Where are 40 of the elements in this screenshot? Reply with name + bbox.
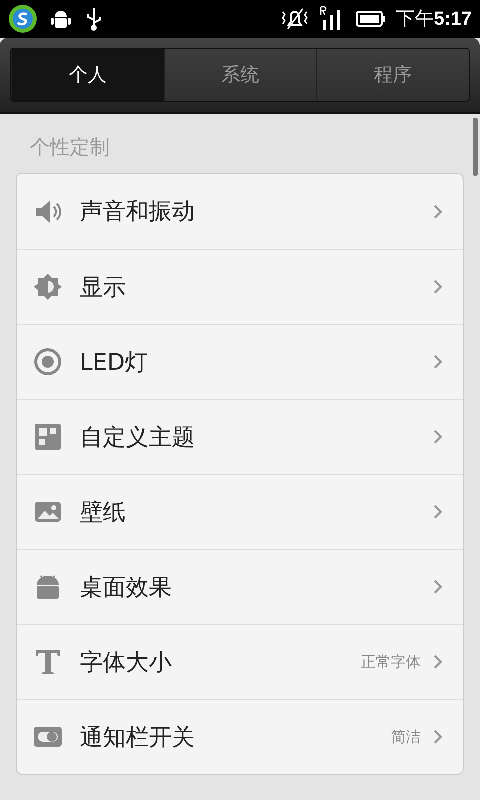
- chevron-icon: [433, 429, 443, 445]
- chevron-icon: [433, 504, 443, 520]
- scrollbar: [473, 118, 478, 176]
- row-label: 通知栏开关: [80, 724, 196, 752]
- chevron-icon: [433, 354, 443, 370]
- battery-icon: [356, 10, 386, 28]
- chevron-icon: [433, 279, 443, 295]
- row-label: 显示: [80, 274, 127, 302]
- row-label: LED灯: [80, 348, 150, 378]
- tab[interactable]: 个人: [11, 49, 164, 101]
- row-label: 壁纸: [80, 498, 127, 528]
- row-value: 简洁: [391, 728, 421, 746]
- led-icon: [33, 347, 63, 377]
- chevron-icon: [433, 654, 443, 670]
- settings-row[interactable]: 通知栏开关 简洁: [17, 699, 463, 774]
- row-label: 桌面效果: [80, 574, 173, 602]
- section-header: 个性定制: [29, 134, 111, 161]
- settings-row[interactable]: 字体大小 正常字体: [17, 624, 463, 699]
- font-icon: [33, 647, 63, 677]
- app-logo-icon: [8, 4, 38, 34]
- row-label: 字体大小: [80, 648, 173, 678]
- row-value: 正常字体: [361, 652, 421, 672]
- chevron-icon: [433, 204, 443, 220]
- settings-row[interactable]: LED灯: [17, 324, 463, 399]
- settings-row[interactable]: 声音和振动: [17, 174, 463, 249]
- tab[interactable]: 程序: [316, 49, 469, 101]
- settings-row[interactable]: 壁纸: [17, 474, 463, 549]
- chevron-icon: [433, 579, 443, 595]
- settings-row[interactable]: 显示: [17, 249, 463, 324]
- chevron-icon: [433, 729, 443, 745]
- row-label: 声音和振动: [80, 198, 196, 227]
- brightness-icon: [33, 272, 63, 302]
- row-label: 自定义主题: [80, 424, 196, 452]
- settings-row[interactable]: 桌面效果: [17, 549, 463, 624]
- usb-icon: [84, 6, 104, 32]
- settings-row[interactable]: 自定义主题: [17, 399, 463, 474]
- tab[interactable]: 系统: [164, 49, 316, 101]
- theme-icon: [33, 422, 63, 452]
- silent-icon: [280, 6, 310, 32]
- clock-text: 下午5:17: [396, 8, 472, 32]
